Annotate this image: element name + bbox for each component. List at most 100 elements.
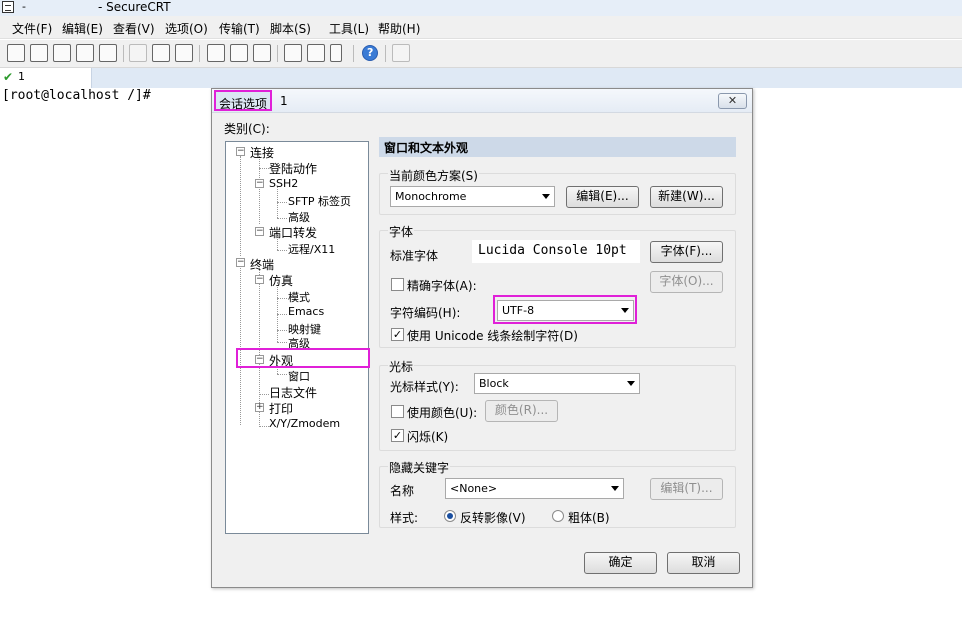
menu-script[interactable]: 脚本(S) xyxy=(270,20,311,37)
hotkey-name-label: 名称 xyxy=(390,484,415,498)
log-icon[interactable] xyxy=(392,44,410,62)
collapse-icon[interactable]: − xyxy=(255,275,264,284)
tree-item-printing[interactable]: 打印 xyxy=(269,400,293,417)
reverse-video-radio[interactable] xyxy=(444,510,456,522)
tree-item-ssh2-advanced[interactable]: 高级 xyxy=(288,209,310,225)
toolbar-separator xyxy=(353,45,354,62)
toolbar-separator xyxy=(199,45,200,62)
disconnect-icon[interactable] xyxy=(99,44,117,62)
tree-line xyxy=(277,202,287,203)
color-scheme-value: Monochrome xyxy=(395,190,467,203)
cursor-style-label: 光标样式(Y): xyxy=(390,380,459,394)
bold-label: 粗体(B) xyxy=(568,511,610,525)
hotkey-style-label: 样式: xyxy=(390,511,419,525)
color-scheme-select[interactable]: Monochrome xyxy=(390,186,555,207)
collapse-icon[interactable]: − xyxy=(255,227,264,236)
quick-connect-icon[interactable] xyxy=(30,44,48,62)
collapse-icon[interactable]: − xyxy=(236,258,245,267)
precise-font-checkbox[interactable] xyxy=(391,278,404,291)
edit-color-scheme-button[interactable]: 编辑(E)... xyxy=(566,186,639,208)
precise-font-button[interactable]: 字体(O)... xyxy=(650,271,723,293)
session-tab-strip: ✔ 1 xyxy=(0,68,962,88)
tree-line xyxy=(277,342,287,343)
tree-item-remote-x11[interactable]: 远程/X11 xyxy=(288,241,335,257)
toolbar xyxy=(0,40,962,68)
tree-item-modes[interactable]: 模式 xyxy=(288,289,310,305)
menu-options[interactable]: 选项(O) xyxy=(165,20,208,37)
collapse-icon[interactable]: − xyxy=(236,147,245,156)
collapse-icon[interactable]: − xyxy=(255,179,264,188)
use-color-checkbox[interactable] xyxy=(391,405,404,418)
hotkey-edit-button[interactable]: 编辑(T)... xyxy=(650,478,723,500)
dialog-title-bar: 会话选项 1 ✕ xyxy=(212,89,752,113)
paste-icon[interactable] xyxy=(152,44,170,62)
connect-icon[interactable] xyxy=(7,44,25,62)
tree-item-log-file[interactable]: 日志文件 xyxy=(269,384,317,401)
tree-item-xyzmodem[interactable]: X/Y/Zmodem xyxy=(269,417,340,430)
toolbar-separator xyxy=(277,45,278,62)
tree-line xyxy=(277,250,287,251)
tree-line xyxy=(277,282,278,342)
use-color-label: 使用颜色(U): xyxy=(407,406,478,420)
menu-help[interactable]: 帮助(H) xyxy=(378,20,420,37)
tree-line xyxy=(240,262,241,425)
new-color-scheme-button[interactable]: 新建(W)... xyxy=(650,186,723,208)
tree-item-connection[interactable]: 连接 xyxy=(250,144,274,161)
reconnect-icon[interactable] xyxy=(76,44,94,62)
standard-font-value: Lucida Console 10pt xyxy=(472,240,640,263)
cursor-style-select[interactable]: Block xyxy=(474,373,640,394)
appearance-highlight xyxy=(236,348,370,368)
unicode-line-drawing-label: 使用 Unicode 线条绘制字符(D) xyxy=(407,329,578,343)
blink-checkbox[interactable]: ✓ xyxy=(391,429,404,442)
tree-line xyxy=(277,218,287,219)
menu-view[interactable]: 查看(V) xyxy=(113,20,155,37)
window-title-prefix: - xyxy=(22,0,26,13)
tree-item-terminal[interactable]: 终端 xyxy=(250,256,274,273)
print-setup-icon[interactable] xyxy=(207,44,225,62)
font-button[interactable]: 字体(F)... xyxy=(650,241,723,263)
menu-file[interactable]: 文件(F) xyxy=(12,20,52,37)
unicode-line-drawing-checkbox[interactable]: ✓ xyxy=(391,328,404,341)
session-tab-label: 1 xyxy=(18,70,25,83)
menu-transfer[interactable]: 传输(T) xyxy=(219,20,260,37)
tree-item-window[interactable]: 窗口 xyxy=(288,368,310,384)
print-icon[interactable] xyxy=(253,44,271,62)
toolbar-separator xyxy=(385,45,386,62)
cursor-color-button[interactable]: 颜色(R)... xyxy=(485,400,558,422)
tree-item-port-forwarding[interactable]: 端口转发 xyxy=(269,224,317,241)
tree-line xyxy=(277,330,287,331)
tree-item-ssh2[interactable]: SSH2 xyxy=(269,177,298,190)
chevron-down-icon xyxy=(542,194,550,199)
print-preview-icon[interactable] xyxy=(230,44,248,62)
session-options-icon[interactable] xyxy=(284,44,302,62)
tree-item-logon-actions[interactable]: 登陆动作 xyxy=(269,160,317,177)
reverse-video-label: 反转影像(V) xyxy=(460,511,526,525)
menu-tools[interactable]: 工具(L) xyxy=(329,20,369,37)
ok-button[interactable]: 确定 xyxy=(584,552,657,574)
connect-tab-icon[interactable] xyxy=(53,44,71,62)
keymap-icon[interactable] xyxy=(330,44,342,62)
help-icon[interactable] xyxy=(362,45,378,61)
menu-bar: 文件(F) 编辑(E) 查看(V) 选项(O) 传输(T) 脚本(S) 工具(L… xyxy=(0,16,962,39)
hotkey-name-select[interactable]: <None> xyxy=(445,478,624,499)
tree-line xyxy=(277,374,287,375)
cancel-button[interactable]: 取消 xyxy=(667,552,740,574)
copy-icon[interactable] xyxy=(129,44,147,62)
category-tree[interactable]: − − − − − − + 连接 登陆动作 SSH2 SFTP 标签页 高级 端… xyxy=(225,141,370,534)
session-tab[interactable]: ✔ 1 xyxy=(0,68,92,88)
tree-item-sftp-tab[interactable]: SFTP 标签页 xyxy=(288,193,351,209)
close-button[interactable]: ✕ xyxy=(718,93,747,109)
tree-line xyxy=(277,314,287,315)
bold-radio[interactable] xyxy=(552,510,564,522)
hotkey-name-value: <None> xyxy=(450,482,498,495)
tree-item-emulation[interactable]: 仿真 xyxy=(269,272,293,289)
session-options-dialog: 会话选项 1 ✕ 类别(C): − − − − − − + 连接 登陆动作 SS… xyxy=(211,88,753,588)
find-icon[interactable] xyxy=(175,44,193,62)
expand-icon[interactable]: + xyxy=(255,403,264,412)
color-scheme-label: 当前颜色方案(S) xyxy=(388,167,479,184)
tree-item-emacs[interactable]: Emacs xyxy=(288,305,324,318)
tree-line xyxy=(277,298,287,299)
global-options-icon[interactable] xyxy=(307,44,325,62)
font-group-label: 字体 xyxy=(388,223,415,240)
menu-edit[interactable]: 编辑(E) xyxy=(62,20,103,37)
